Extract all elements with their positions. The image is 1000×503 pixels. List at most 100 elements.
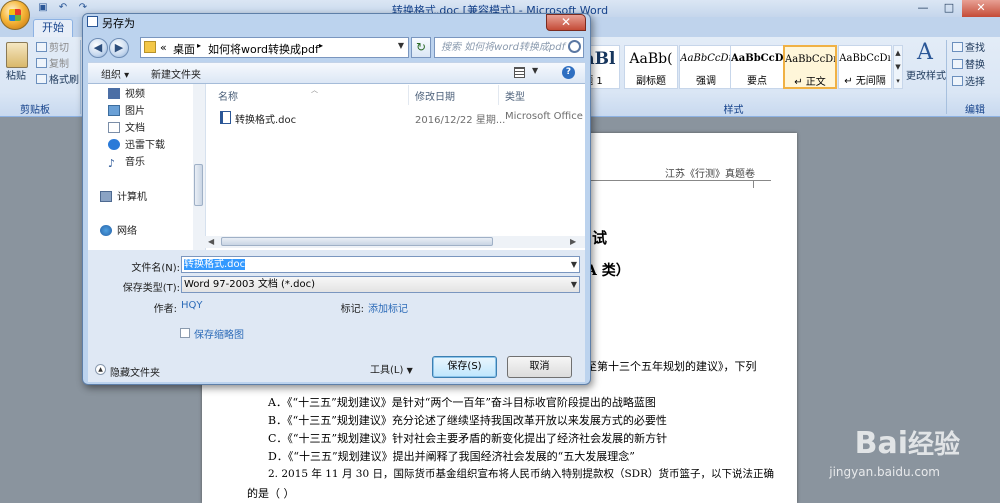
cancel-button[interactable]: 取消 [507,356,572,378]
chevron-down-icon[interactable]: ▼ [571,257,577,272]
select-label: 选择 [965,77,985,88]
format-painter-button[interactable]: 格式刷 [36,74,79,88]
file-list-scrollbar[interactable]: ◀ ▶ [205,236,585,248]
nav-item-computer[interactable]: 计算机 [100,190,147,206]
column-type[interactable]: 类型 [505,88,525,103]
style-name: 要点 [747,76,767,87]
refresh-icon[interactable]: ↻ [411,37,431,58]
hide-folders-button[interactable]: 隐藏文件夹 [110,364,160,379]
select-button[interactable]: 选择 [952,76,985,90]
new-folder-button[interactable]: 新建文件夹 [151,66,201,81]
format-painter-label: 格式刷 [49,75,79,86]
replace-button[interactable]: 替换 [952,59,985,73]
word-doc-icon [87,16,98,27]
nav-item-network[interactable]: 网络 [100,224,137,240]
change-styles-button[interactable]: 更改样式 [906,70,946,84]
tools-button[interactable]: 工具(L) ▼ [370,361,413,376]
style-sample: AaBbCcD [731,53,783,64]
style-sample: AaBbCcDı [680,53,732,64]
binoculars-icon [952,42,963,52]
dialog-title: 另存为 [102,17,135,30]
filename-input[interactable]: 转换格式.doc ▼ [181,256,580,273]
editing-group-label: 编辑 [965,105,985,116]
paste-icon[interactable] [6,42,28,68]
navigation-scrollbar[interactable] [193,84,205,250]
file-row[interactable]: 转换格式.doc 2016/12/22 星期... Microsoft Offi… [208,108,585,128]
breadcrumb-overflow[interactable]: « [160,41,167,54]
style-strong[interactable]: AaBbCcD 要点 [730,45,784,89]
style-emphasis[interactable]: AaBbCcDı 强调 [679,45,733,89]
search-icon[interactable] [568,40,581,53]
doc-question-2: 2. 2015 年 11 月 30 日，国际货币基金组织宣布将人民币纳入特别提款… [268,468,775,480]
close-button[interactable]: ✕ [962,0,1000,17]
style-subtitle[interactable]: AaBb(副标题 [624,45,678,89]
style-name: ↵ 正文 [794,77,826,88]
filename-label: 文件名(N): [131,263,180,274]
style-name: ↵ 无间隔 [844,76,886,87]
nav-item-label: 图片 [125,106,145,117]
dialog-close-button[interactable]: ✕ [546,14,586,31]
style-normal[interactable]: AaBbCcDı ↵ 正文 [783,45,837,89]
forward-icon[interactable]: ▶ [109,38,129,58]
document-icon [108,122,120,133]
doc-option-d: D．《“十三五”规划建议》提出并阐释了我国经济社会发展的“五大发展理念” [268,450,635,463]
find-label: 查找 [965,43,985,54]
column-date[interactable]: 修改日期 [415,88,455,103]
filetype-select[interactable]: Word 97-2003 文档 (*.doc) ▼ [181,276,580,293]
save-button[interactable]: 保存(S) [432,356,497,378]
help-icon[interactable]: ? [562,66,575,79]
doc-option-c: C．《“十三五”规划建议》针对社会主要矛盾的新变化提出了经济社会发展的新方针 [268,432,668,445]
nav-item-thunder-download[interactable]: 迅雷下载 [108,138,165,154]
scroll-right-icon[interactable]: ▶ [570,237,576,246]
style-name: 副标题 [636,76,666,87]
column-name[interactable]: 名称 [218,88,238,103]
copy-label: 复制 [49,59,69,70]
search-input[interactable]: 搜索 如何将word转换成pdf [434,37,584,58]
tab-home[interactable]: 开始 [33,19,73,37]
style-no-spacing[interactable]: AaBbCcDı ↵ 无间隔 [838,45,892,89]
nav-item-documents[interactable]: 文档 [108,121,145,137]
maximize-button[interactable]: □ [936,0,962,17]
change-styles-icon[interactable]: A [912,42,938,64]
breadcrumb-desktop[interactable]: 桌面 [173,41,195,57]
sort-indicator-icon: ︿ [311,86,318,94]
breadcrumb-separator[interactable]: ▸ [319,41,323,50]
nav-item-pictures[interactable]: 图片 [108,104,145,120]
thumbnail-checkbox[interactable] [180,328,190,338]
chevron-up-icon[interactable]: ▲ [95,364,106,375]
view-icon[interactable] [514,67,525,78]
filetype-value: Word 97-2003 文档 (*.doc) [184,279,315,290]
chevron-down-icon[interactable]: ▼ [398,41,404,50]
nav-item-music[interactable]: ♪ 音乐 [108,155,145,171]
breadcrumb-folder[interactable]: 如何将word转换成pdf [208,41,319,57]
address-bar[interactable]: « 桌面 ▸ 如何将word转换成pdf ▸ ▼ [140,37,409,58]
office-button[interactable] [0,0,30,30]
filetype-label: 保存类型(T): [122,283,180,294]
nav-item-video[interactable]: 视频 [108,87,145,103]
tags-value[interactable]: 添加标记 [368,300,408,315]
scroll-thumb[interactable] [221,237,493,246]
nav-item-label: 文档 [125,123,145,134]
cut-button[interactable]: 剪切 [36,42,69,56]
style-gallery-scroll[interactable]: ▲ ▼ ▾ [893,45,903,89]
clipboard-group-label: 剪贴板 [20,105,50,116]
chevron-down-icon[interactable]: ▼ [532,66,538,75]
select-icon [952,76,963,86]
scissors-icon [36,42,47,52]
scroll-thumb[interactable] [194,164,203,206]
find-button[interactable]: 查找 [952,42,985,56]
chevron-down-icon[interactable]: ▼ [571,277,577,292]
organize-button[interactable]: 组织 ▾ [101,66,129,81]
watermark-brand: Bai [854,426,908,461]
scroll-left-icon[interactable]: ◀ [208,237,214,246]
thumbnail-label[interactable]: 保存缩略图 [194,326,244,341]
minimize-button[interactable]: — [910,0,936,17]
file-date: 2016/12/22 星期... [415,115,506,126]
watermark-brand2: 经验 [907,430,960,460]
breadcrumb-separator[interactable]: ▸ [197,41,201,50]
author-value[interactable]: HQY [181,300,203,311]
back-icon[interactable]: ◀ [88,38,108,58]
paste-button[interactable]: 粘贴 [6,70,26,84]
file-type: Microsoft Office... [505,111,583,122]
copy-button[interactable]: 复制 [36,58,69,72]
